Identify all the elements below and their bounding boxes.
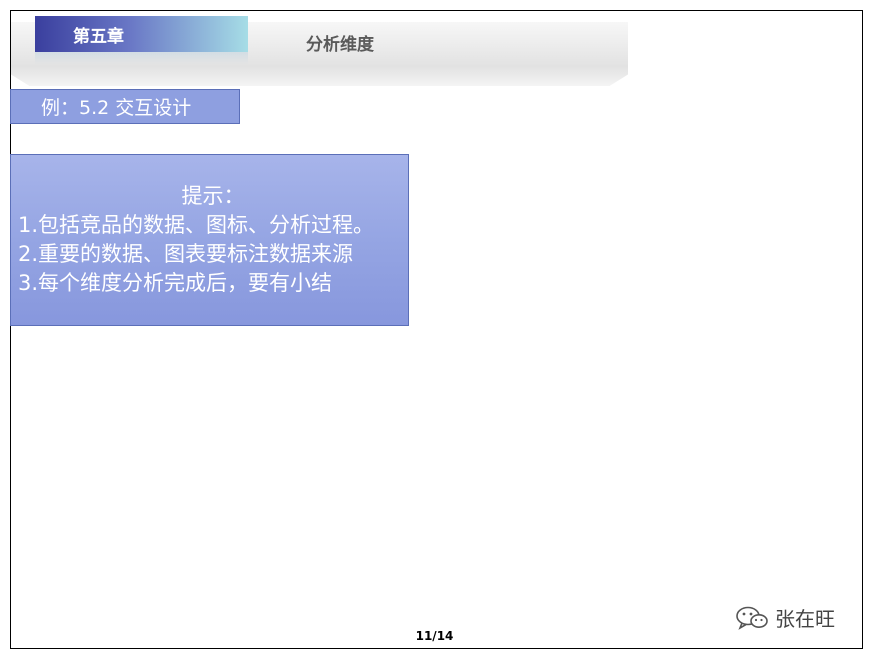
- hint-line-2: 2.重要的数据、图表要标注数据来源: [18, 242, 354, 266]
- section-title: 分析维度: [306, 35, 374, 55]
- chapter-tab-reflection: [35, 52, 248, 64]
- example-label: 例：5.2 交互设计: [10, 89, 240, 124]
- hint-box: 提示： 1.包括竞品的数据、图标、分析过程。 2.重要的数据、图表要标注数据来源…: [10, 154, 409, 326]
- wechat-icon: [735, 605, 769, 631]
- chapter-tab: 第五章: [35, 16, 248, 52]
- watermark: 张在旺: [735, 603, 835, 632]
- watermark-text: 张在旺: [775, 607, 835, 631]
- hint-line-1: 1.包括竞品的数据、图标、分析过程。: [18, 213, 375, 237]
- hint-title: 提示：: [181, 184, 245, 208]
- chapter-label: 第五章: [73, 26, 124, 47]
- example-label-text: 例：5.2 交互设计: [41, 97, 192, 119]
- hint-line-3: 3.每个维度分析完成后，要有小结: [18, 271, 333, 295]
